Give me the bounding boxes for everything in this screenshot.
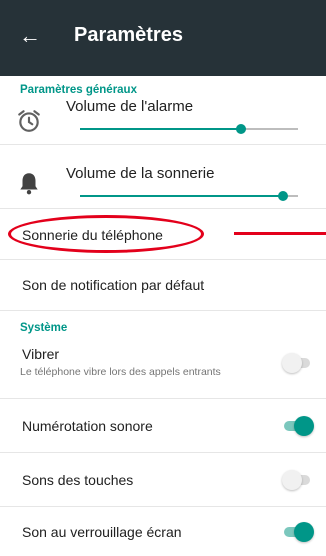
screen-lock-sound-label: Son au verrouillage écran	[22, 524, 182, 540]
screen-lock-sound-preference[interactable]: Son au verrouillage écran	[0, 512, 326, 552]
section-header-general: Paramètres généraux	[20, 84, 137, 96]
settings-list: Paramètres généraux Volume de l'alarme V…	[0, 76, 326, 556]
switch-knob	[294, 416, 314, 436]
screen-lock-sound-switch[interactable]	[284, 522, 314, 542]
alarm-volume-thumb[interactable]	[236, 124, 246, 134]
touch-sounds-switch[interactable]	[282, 470, 312, 490]
dial-pad-tones-switch[interactable]	[284, 416, 314, 436]
back-arrow-icon[interactable]: ←	[16, 22, 44, 50]
switch-knob	[294, 522, 314, 542]
divider	[0, 452, 326, 453]
vibrate-label: Vibrer	[22, 346, 60, 362]
divider	[0, 144, 326, 145]
divider	[0, 398, 326, 399]
touch-sounds-preference[interactable]: Sons des touches	[0, 460, 326, 500]
vibrate-switch[interactable]	[282, 353, 312, 373]
ringer-volume-slider[interactable]	[80, 189, 298, 203]
ringer-volume-preference: Volume de la sonnerie	[0, 160, 326, 204]
ringer-volume-label: Volume de la sonnerie	[66, 165, 215, 182]
annotation-pointer-line	[234, 232, 326, 235]
vibrate-summary: Le téléphone vibre lors des appels entra…	[20, 366, 221, 378]
alarm-volume-label: Volume de l'alarme	[66, 98, 194, 115]
alarm-volume-preference: Volume de l'alarme	[0, 96, 326, 140]
page-title: Paramètres	[74, 24, 183, 46]
alarm-volume-slider[interactable]	[80, 122, 298, 136]
bell-icon	[20, 173, 38, 195]
divider	[0, 259, 326, 260]
alarm-volume-track-rest	[241, 128, 298, 130]
vibrate-preference[interactable]: Vibrer Le téléphone vibre lors des appel…	[0, 338, 326, 392]
alarm-clock-icon	[18, 110, 40, 132]
switch-knob	[282, 470, 302, 490]
dial-pad-tones-preference[interactable]: Numérotation sonore	[0, 406, 326, 446]
dial-pad-tones-label: Numérotation sonore	[22, 418, 153, 434]
touch-sounds-label: Sons des touches	[22, 472, 134, 488]
app-bar: ← Paramètres	[0, 0, 326, 76]
default-notification-label: Son de notification par défaut	[22, 277, 205, 293]
switch-knob	[282, 353, 302, 373]
divider	[0, 506, 326, 507]
section-header-system: Système	[20, 322, 68, 334]
ringer-volume-track-fill	[80, 195, 283, 197]
annotation-highlight-ellipse	[8, 215, 204, 253]
divider	[0, 208, 326, 209]
default-notification-sound-preference[interactable]: Son de notification par défaut	[0, 266, 326, 304]
divider	[0, 310, 326, 311]
alarm-volume-track-fill	[80, 128, 241, 130]
ringer-volume-thumb[interactable]	[278, 191, 288, 201]
